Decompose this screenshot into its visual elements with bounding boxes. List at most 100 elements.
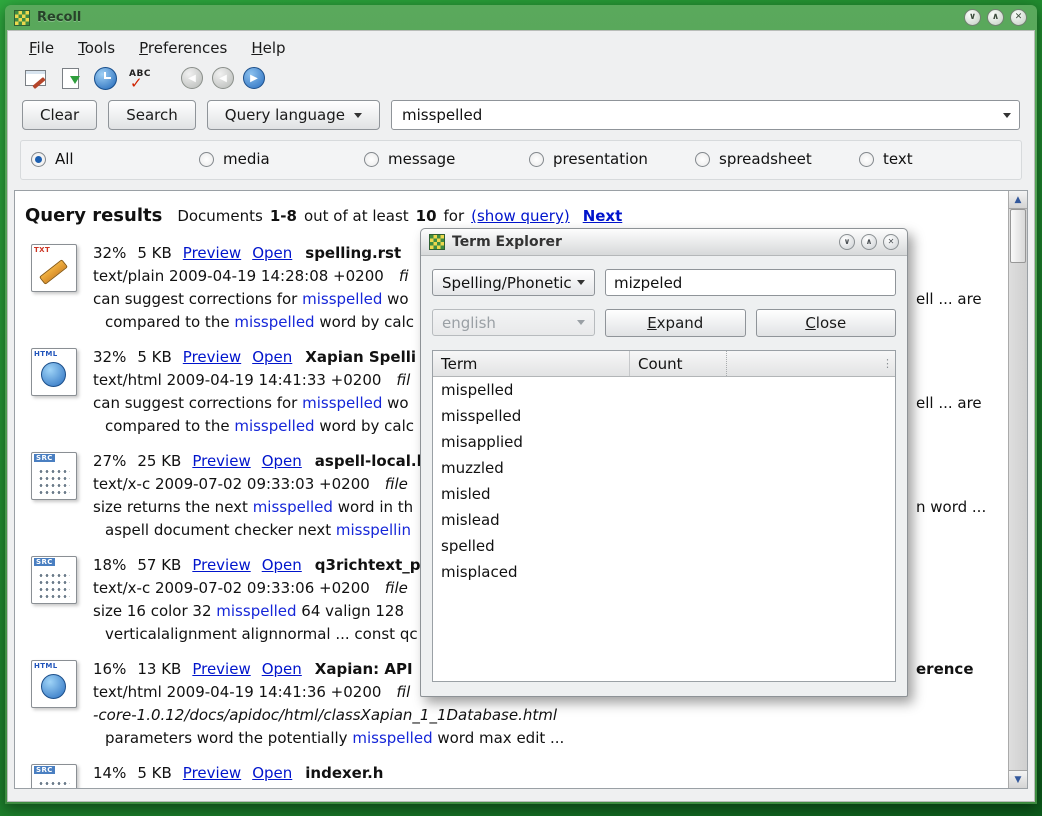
filter-bar: All media message presentation spreadshe…: [20, 140, 1022, 180]
prev-page-button[interactable]: ◀: [212, 67, 234, 89]
dialog-close-button[interactable]: ✕: [883, 234, 899, 250]
result-meta: text/html 2009-04-19 14:41:33 +0200: [93, 371, 381, 389]
filter-radio-text[interactable]: text: [859, 150, 913, 168]
next-page-link[interactable]: Next: [583, 207, 623, 225]
highlighted-term: misspelled: [234, 313, 314, 331]
filter-radio-media[interactable]: media: [199, 150, 270, 168]
dialog-title: Term Explorer: [452, 234, 562, 250]
minimize-button[interactable]: ∨: [964, 9, 981, 26]
truncated-text-fragment: n word ...: [916, 496, 986, 519]
main-titlebar[interactable]: Recoll ∨ ∧ ✕: [7, 5, 1035, 30]
preview-link[interactable]: Preview: [183, 764, 241, 782]
term-row[interactable]: mislead: [433, 507, 895, 533]
search-input[interactable]: [392, 106, 995, 124]
open-link[interactable]: Open: [262, 556, 302, 574]
term-row[interactable]: mispelled: [433, 377, 895, 403]
term-row[interactable]: muzzled: [433, 455, 895, 481]
term-row[interactable]: spelled: [433, 533, 895, 559]
dialog-minimize-button[interactable]: ∨: [839, 234, 855, 250]
result-score: 16%: [93, 660, 126, 678]
result-url: fi: [399, 267, 409, 285]
results-title: Query results: [25, 205, 162, 226]
chevron-down-icon: [354, 113, 362, 118]
search-combobox[interactable]: [391, 100, 1020, 130]
dialog-titlebar[interactable]: Term Explorer ∨ ∧ ✕: [421, 229, 907, 256]
close-dialog-button[interactable]: Close: [756, 309, 897, 337]
recoll-app-icon: [14, 10, 30, 26]
result-filename: Xapian: API: [315, 660, 413, 678]
clear-search-icon[interactable]: [22, 65, 48, 91]
term-row[interactable]: misapplied: [433, 429, 895, 455]
menu-preferences[interactable]: Preferences: [130, 38, 236, 58]
result-meta: text/html 2009-04-19 14:41:36 +0200: [93, 683, 381, 701]
preview-link[interactable]: Preview: [192, 660, 250, 678]
preview-link[interactable]: Preview: [192, 556, 250, 574]
first-page-button[interactable]: ◀: [181, 67, 203, 89]
term-explorer-icon[interactable]: ABC✓: [127, 65, 153, 91]
close-button[interactable]: ✕: [1010, 9, 1027, 26]
maximize-button[interactable]: ∧: [987, 9, 1004, 26]
highlighted-term: misspelled: [352, 729, 432, 747]
term-row[interactable]: misspelled: [433, 403, 895, 429]
term-row[interactable]: misplaced: [433, 559, 895, 585]
term-input[interactable]: [605, 269, 896, 296]
next-page-button[interactable]: ▶: [243, 67, 265, 89]
radio-icon: [199, 152, 214, 167]
chevron-down-icon: ∨: [844, 237, 851, 246]
open-link[interactable]: Open: [252, 764, 292, 782]
preview-link[interactable]: Preview: [183, 348, 241, 366]
truncated-text-fragment: ell ... are: [916, 288, 982, 311]
open-link[interactable]: Open: [252, 348, 292, 366]
result-size: 5 KB: [137, 244, 171, 262]
open-link[interactable]: Open: [252, 244, 292, 262]
preview-link[interactable]: Preview: [192, 452, 250, 470]
search-combo-arrow[interactable]: [995, 101, 1019, 129]
menu-help[interactable]: Help: [242, 38, 294, 58]
arrow-right-icon: ▶: [250, 73, 258, 84]
result-url: file:///home/dockes/projets/fulltext/rec…: [385, 787, 838, 789]
source-code-icon: [31, 764, 77, 789]
menu-tools[interactable]: Tools: [69, 38, 124, 58]
toolbar: ABC✓ ◀ ◀ ▶: [8, 61, 1034, 98]
result-score: 14%: [93, 764, 126, 782]
preview-link[interactable]: Preview: [183, 244, 241, 262]
menu-file[interactable]: File: [20, 38, 63, 58]
result-url: fil: [396, 371, 410, 389]
scroll-down-button[interactable]: ▼: [1009, 770, 1027, 788]
open-link[interactable]: Open: [262, 660, 302, 678]
term-row[interactable]: misled: [433, 481, 895, 507]
term-column-header[interactable]: Term: [433, 351, 630, 376]
query-language-dropdown[interactable]: Query language: [207, 100, 380, 130]
expansion-mode-dropdown[interactable]: Spelling/Phonetic: [432, 269, 595, 296]
scroll-up-button[interactable]: ▲: [1009, 191, 1027, 209]
results-scrollbar[interactable]: ▲ ▼: [1008, 191, 1027, 788]
open-link[interactable]: Open: [262, 452, 302, 470]
chevron-up-icon: ∧: [992, 12, 999, 22]
result-url: file: [385, 475, 408, 493]
result-size: 5 KB: [137, 764, 171, 782]
result-size: 25 KB: [137, 452, 181, 470]
radio-icon: [364, 152, 379, 167]
result-filename: spelling.rst: [305, 244, 401, 262]
result-filename: q3richtext_p: [315, 556, 421, 574]
result-url: fil: [396, 683, 410, 701]
filter-radio-presentation[interactable]: presentation: [529, 150, 648, 168]
result-item: 14%5 KBPreviewOpenindexer.h text/x-c 200…: [23, 762, 997, 789]
clear-button[interactable]: Clear: [22, 100, 97, 130]
expand-button[interactable]: Expand: [605, 309, 746, 337]
filter-radio-all[interactable]: All: [31, 150, 74, 168]
history-clock-icon[interactable]: [92, 65, 118, 91]
dialog-maximize-button[interactable]: ∧: [861, 234, 877, 250]
scrollbar-thumb[interactable]: [1010, 209, 1026, 263]
start-query-icon[interactable]: [57, 65, 83, 91]
show-query-link[interactable]: (show query): [471, 207, 570, 225]
header-handle-icon[interactable]: ⋮: [882, 357, 892, 370]
term-explorer-dialog: Term Explorer ∨ ∧ ✕ Spelling/Phonetic en…: [420, 228, 908, 697]
highlighted-term: misspelled: [302, 290, 382, 308]
html-document-icon: [31, 348, 77, 396]
table-header: Term Count ⋮: [433, 351, 895, 377]
count-column-header[interactable]: Count: [630, 351, 727, 376]
filter-radio-spreadsheet[interactable]: spreadsheet: [695, 150, 812, 168]
filter-radio-message[interactable]: message: [364, 150, 455, 168]
search-button[interactable]: Search: [108, 100, 196, 130]
